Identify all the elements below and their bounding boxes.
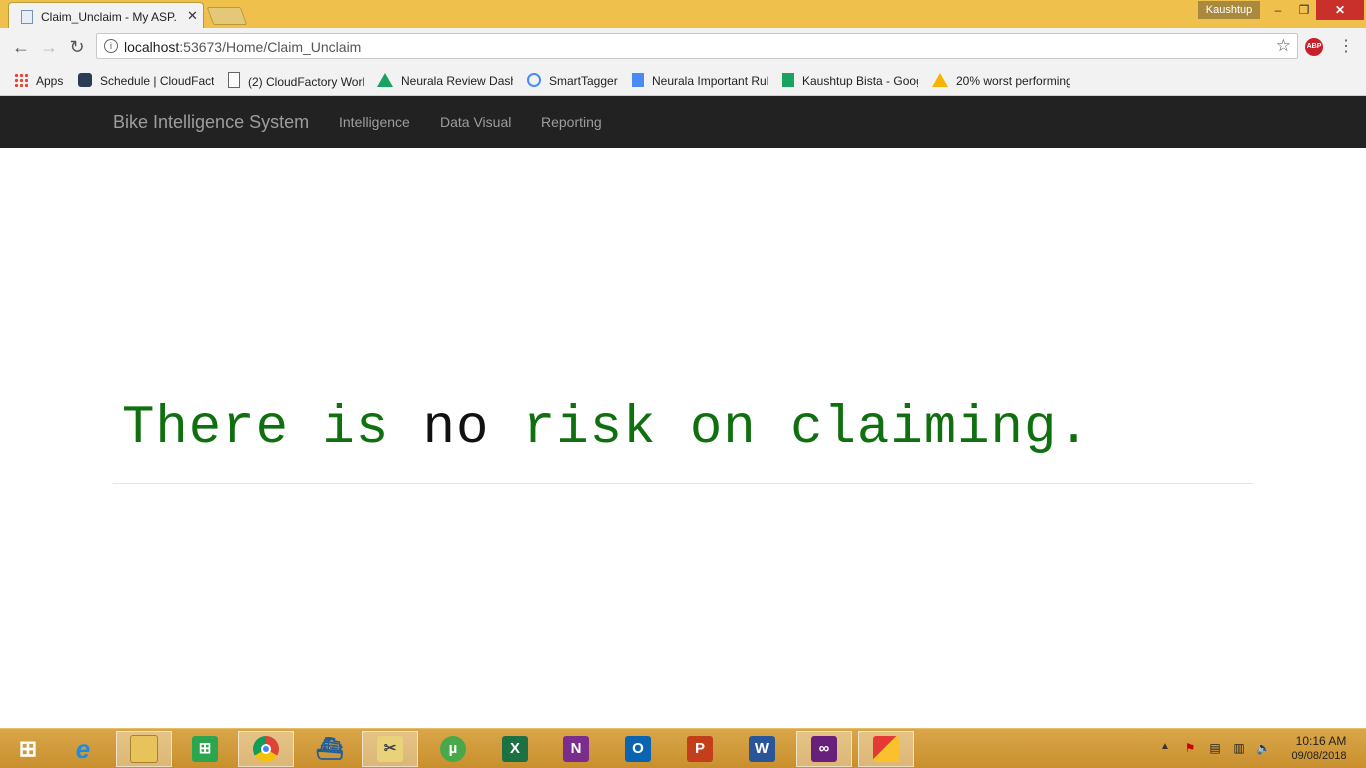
content-divider [113,483,1253,484]
back-button[interactable]: ← [10,36,32,58]
tab-close-icon[interactable]: ✕ [187,8,198,24]
taskbar-visual-studio[interactable]: ∞ [796,731,852,767]
status-message: There is no risk on claiming. [122,398,1091,459]
url-text: localhost:53673/Home/Claim_Unclaim [124,39,362,55]
page-icon [228,72,240,88]
close-window-button[interactable]: ✕ [1316,0,1364,20]
taskbar-ie[interactable]: e [55,731,111,767]
tools-icon: ✂ [377,736,403,762]
ie-icon: e [75,734,91,764]
taskbar-word[interactable]: W [734,731,790,767]
powerpoint-icon: P [687,736,713,762]
browser-tab[interactable]: Claim_Unclaim - My ASP. ✕ [8,2,204,30]
chrome-icon [253,736,279,762]
google-docs-icon [632,73,644,87]
adblock-icon[interactable]: ABP [1305,38,1323,56]
volume-icon[interactable]: 🔈 [1256,741,1271,755]
visual-studio-icon: ∞ [811,736,837,762]
store-icon: ⊞ [192,736,218,762]
excel-icon: X [502,736,528,762]
address-bar[interactable]: i localhost:53673/Home/Claim_Unclaim ☆ [96,33,1298,59]
bookmarks-bar: Apps Schedule | CloudFactory (2) CloudFa… [0,66,1366,96]
file-explorer-icon [130,735,158,763]
site-navbar: Bike Intelligence System Intelligence Da… [0,96,1366,148]
bookmark-apps[interactable]: Apps [14,72,63,90]
clock-date[interactable]: 09/08/2018 [1286,750,1352,762]
info-icon[interactable]: i [104,39,118,53]
apps-grid-icon [14,73,28,87]
nav-reporting[interactable]: Reporting [541,114,602,130]
google-sheets-icon [782,73,794,87]
taskbar-store[interactable]: ⊞ [177,731,233,767]
bookmark-item[interactable]: Schedule | CloudFactory [78,72,214,90]
bookmark-star-icon[interactable]: ☆ [1276,36,1291,56]
word-icon: W [749,736,775,762]
clock-time[interactable]: 10:16 AM [1290,734,1352,748]
google-drive-icon [932,73,948,87]
browser-menu-icon[interactable]: ⋮ [1338,36,1354,56]
taskbar-onenote[interactable]: N [548,731,604,767]
ship-icon: ⛴ [316,736,344,761]
cloudfactory-icon [78,73,92,87]
utorrent-icon: µ [440,736,466,762]
network-adapter-icon[interactable]: ▤ [1208,741,1222,755]
bookmark-item[interactable]: 20% worst performing [932,72,1070,90]
bookmark-item[interactable]: SmartTagger [527,72,623,90]
brand-link[interactable]: Bike Intelligence System [113,112,309,133]
reload-button[interactable]: ↻ [66,36,88,58]
outlook-icon: O [625,736,651,762]
taskbar-outlook[interactable]: O [610,731,666,767]
taskbar-excel[interactable]: X [487,731,543,767]
tab-title: Claim_Unclaim - My ASP. [41,10,177,24]
action-center-icon[interactable]: ⚑ [1183,741,1197,755]
taskbar-powerpoint[interactable]: P [672,731,728,767]
taskbar-tools[interactable]: ✂ [362,731,418,767]
start-button[interactable]: ⊞ [0,731,56,767]
taskbar-app-tile[interactable] [858,731,914,767]
windows-taskbar: ⊞ e ⊞ ⛴ ✂ µ X N O P W ∞ ▲ ⚑ ▤ ▥ 🔈 10:16 … [0,728,1366,768]
smarttagger-icon [527,73,541,87]
start-icon: ⊞ [18,736,38,761]
taskbar-ship[interactable]: ⛴ [301,731,357,767]
bookmark-item[interactable]: Neurala Important Rules [632,72,768,90]
nav-intelligence[interactable]: Intelligence [339,114,410,130]
bookmark-item[interactable]: Neurala Review Dashboard [377,72,513,90]
nav-data-visual[interactable]: Data Visual [440,114,511,130]
google-drive-icon [377,73,393,87]
taskbar-utorrent[interactable]: µ [425,731,481,767]
onenote-icon: N [563,736,589,762]
taskbar-explorer[interactable] [116,731,172,767]
tile-icon [873,736,899,762]
page-favicon-icon [21,10,33,24]
taskbar-chrome[interactable] [238,731,294,767]
forward-button[interactable]: → [38,36,60,58]
browser-titlebar: Claim_Unclaim - My ASP. ✕ Kaushtup – ❐ ✕ [0,0,1366,30]
tray-expand-icon[interactable]: ▲ [1160,741,1170,752]
restore-button[interactable]: ❐ [1290,0,1318,20]
new-tab-button[interactable] [206,7,248,25]
minimize-button[interactable]: – [1264,0,1292,20]
browser-toolbar: ← → ↻ i localhost:53673/Home/Claim_Uncla… [0,28,1366,66]
bookmark-item[interactable]: (2) CloudFactory Workforce [228,72,364,90]
signal-icon[interactable]: ▥ [1232,741,1246,755]
profile-badge[interactable]: Kaushtup [1198,1,1260,19]
bookmark-item[interactable]: Kaushtup Bista - Google [782,72,918,90]
